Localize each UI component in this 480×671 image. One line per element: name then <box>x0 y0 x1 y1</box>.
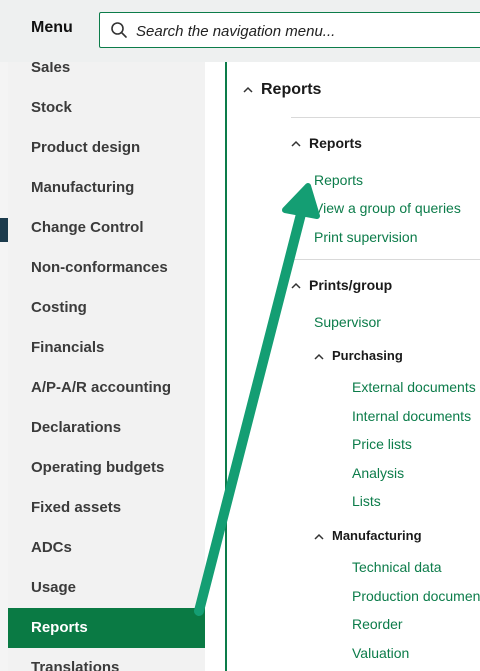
sidebar-item-label: Fixed assets <box>31 499 122 516</box>
sidebar-item-sales[interactable]: Sales <box>8 62 205 88</box>
section-title: Reports <box>261 81 322 98</box>
link-reorder[interactable]: Reorder <box>352 616 403 632</box>
chevron-up-icon <box>243 86 253 93</box>
sidebar-item-declarations[interactable]: Declarations <box>8 408 205 448</box>
link-reports[interactable]: Reports <box>314 172 363 188</box>
sidebar-gap <box>205 62 226 671</box>
sidebar-item-label: A/P-A/R accounting <box>31 379 172 396</box>
sidebar-item-reports[interactable]: Reports <box>8 608 205 648</box>
link-supervisor[interactable]: Supervisor <box>314 314 381 330</box>
subgroup-header-manufacturing[interactable]: Manufacturing <box>314 528 422 543</box>
sidebar-item-ap-ar-accounting[interactable]: A/P-A/R accounting <box>8 368 205 408</box>
sidebar-item-change-control[interactable]: Change Control <box>8 208 205 248</box>
sidebar-item-translations[interactable]: Translations <box>8 648 205 671</box>
sidebar-item-label: Reports <box>31 619 88 636</box>
subgroup-title: Purchasing <box>332 348 403 363</box>
link-lists[interactable]: Lists <box>352 493 381 509</box>
sidebar-item-usage[interactable]: Usage <box>8 568 205 608</box>
link-view-group-of-queries[interactable]: View a group of queries <box>314 200 461 216</box>
divider-line <box>291 117 480 118</box>
search-box[interactable] <box>99 12 480 48</box>
sidebar-item-fixed-assets[interactable]: Fixed assets <box>8 488 205 528</box>
search-icon <box>111 22 127 38</box>
sidebar-item-label: Translations <box>31 659 120 671</box>
sidebar-item-label: Declarations <box>31 419 122 436</box>
chevron-up-icon <box>291 141 301 147</box>
search-input[interactable] <box>136 20 476 42</box>
link-internal-documents[interactable]: Internal documents <box>352 408 471 424</box>
chevron-up-icon <box>314 353 324 360</box>
sidebar-item-operating-budgets[interactable]: Operating budgets <box>8 448 205 488</box>
section-header-reports[interactable]: Reports <box>243 81 321 99</box>
menu-title: Menu <box>31 19 73 36</box>
sidebar-item-label: Manufacturing <box>31 179 135 196</box>
group-title: Reports <box>309 135 362 151</box>
sidebar-item-non-conformances[interactable]: Non-conformances <box>8 248 205 288</box>
sidebar-item-label: Usage <box>31 579 77 596</box>
group-header-prints-group[interactable]: Prints/group <box>291 277 392 293</box>
subgroup-header-purchasing[interactable]: Purchasing <box>314 348 403 363</box>
sidebar-item-financials[interactable]: Financials <box>8 328 205 368</box>
group-header-reports[interactable]: Reports <box>291 135 362 151</box>
sidebar-item-stock[interactable]: Stock <box>8 88 205 128</box>
sidebar-item-costing[interactable]: Costing <box>8 288 205 328</box>
sidebar-item-manufacturing[interactable]: Manufacturing <box>8 168 205 208</box>
chevron-up-icon <box>314 533 324 540</box>
sidebar-item-label: Change Control <box>31 219 144 236</box>
link-print-supervision[interactable]: Print supervision <box>314 229 418 245</box>
sidebar-item-adcs[interactable]: ADCs <box>8 528 205 568</box>
sidebar-item-label: ADCs <box>31 539 72 556</box>
sidebar-item-label: Costing <box>31 299 87 316</box>
submenu-panel: Reports Reports Reports View a group of … <box>227 62 480 671</box>
divider-line <box>291 259 480 260</box>
group-title: Prints/group <box>309 277 393 293</box>
sidebar-item-label: Non-conformances <box>31 259 168 276</box>
menu-header: Menu <box>0 0 480 62</box>
subgroup-title: Manufacturing <box>332 528 422 543</box>
link-valuation[interactable]: Valuation <box>352 645 409 661</box>
sidebar-item-label: Financials <box>31 339 105 356</box>
sidebar-item-label: Stock <box>31 99 72 116</box>
sidebar-item-product-design[interactable]: Product design <box>8 128 205 168</box>
link-price-lists[interactable]: Price lists <box>352 436 412 452</box>
sidebar-item-label: Operating budgets <box>31 459 165 476</box>
sidebar-item-label: Sales <box>31 62 71 76</box>
sidebar-item-label: Product design <box>31 139 141 156</box>
chevron-up-icon <box>291 283 301 289</box>
link-external-documents[interactable]: External documents <box>352 379 476 395</box>
link-analysis[interactable]: Analysis <box>352 465 404 481</box>
link-technical-data[interactable]: Technical data <box>352 559 442 575</box>
sidebar: Sales Stock Product design Manufacturing… <box>8 62 205 671</box>
link-production-documents[interactable]: Production documents <box>352 588 480 604</box>
